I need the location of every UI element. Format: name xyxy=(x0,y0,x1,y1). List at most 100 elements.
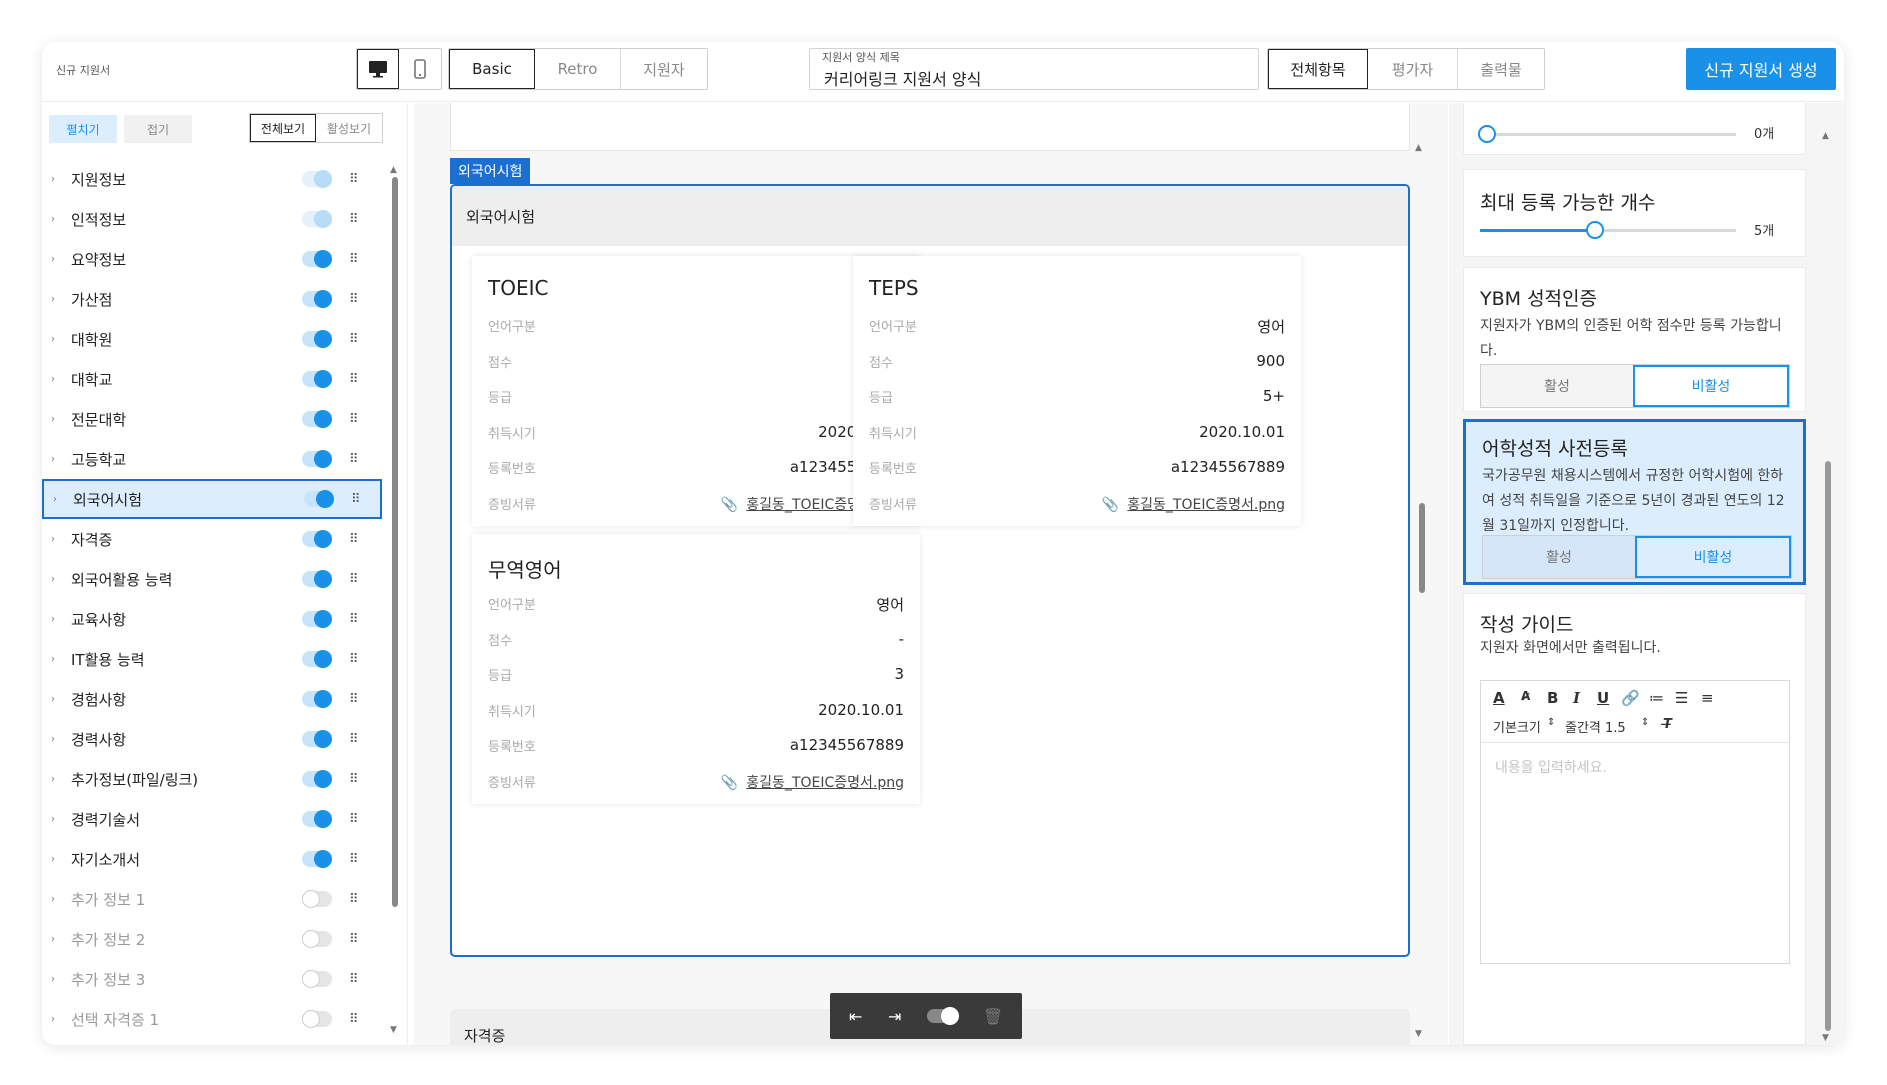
drag-handle-icon[interactable]: ⠿ xyxy=(349,212,358,227)
section-toggle[interactable] xyxy=(302,1010,332,1028)
drag-handle-icon[interactable]: ⠿ xyxy=(349,732,358,747)
sidebar-item[interactable]: › 경력기술서 ⠿ xyxy=(42,799,383,839)
section-toggle[interactable] xyxy=(302,330,332,348)
chevron-right-icon[interactable]: › xyxy=(51,214,55,225)
scroll-up-icon[interactable]: ▲ xyxy=(390,165,397,175)
sidebar-item[interactable]: › 선택 자격증 1 ⠿ xyxy=(42,999,383,1039)
guide-editor-input[interactable]: 내용을 입력하세요. xyxy=(1495,757,1607,777)
link-icon[interactable]: 🔗 xyxy=(1621,689,1640,707)
chevron-right-icon[interactable]: › xyxy=(51,574,55,585)
sidebar-item[interactable]: › IT활용 능력 ⠿ xyxy=(42,639,383,679)
align-icon[interactable]: ≡ xyxy=(1701,689,1714,707)
preregister-active-button[interactable]: 활성 xyxy=(1483,536,1635,578)
section-toggle[interactable] xyxy=(302,570,332,588)
bold-icon[interactable]: B xyxy=(1547,689,1558,707)
attachment-link[interactable]: 📎 홍길동_TOEIC증명서.png xyxy=(1102,494,1285,514)
tab-retro[interactable]: Retro xyxy=(535,49,621,89)
section-toggle[interactable] xyxy=(302,770,332,788)
max-count-slider[interactable] xyxy=(1480,221,1736,239)
chevron-right-icon[interactable]: › xyxy=(51,654,55,665)
chevron-right-icon[interactable]: › xyxy=(51,254,55,265)
trash-icon[interactable]: 🗑 xyxy=(983,1007,1003,1026)
drag-handle-icon[interactable]: ⠿ xyxy=(349,892,358,907)
drag-handle-icon[interactable]: ⠿ xyxy=(349,932,358,947)
tab-evaluator[interactable]: 평가자 xyxy=(1368,49,1458,89)
chevron-right-icon[interactable]: › xyxy=(51,1014,55,1025)
section-toggle[interactable] xyxy=(302,410,332,428)
section-toggle[interactable] xyxy=(302,730,332,748)
chevron-right-icon[interactable]: › xyxy=(51,774,55,785)
sidebar-item[interactable]: › 교육사항 ⠿ xyxy=(42,599,383,639)
sidebar-item[interactable]: › 지원정보 ⠿ xyxy=(42,159,383,199)
sidebar-item[interactable]: › 추가 정보 2 ⠿ xyxy=(42,919,383,959)
section-toggle[interactable] xyxy=(302,210,332,228)
sidebar-scrollbar[interactable] xyxy=(392,177,398,907)
sidebar-item[interactable]: › 추가정보(파일/링크) ⠿ xyxy=(42,759,383,799)
prev-slider[interactable] xyxy=(1478,125,1736,143)
chevron-right-icon[interactable]: › xyxy=(51,294,55,305)
form-title-field[interactable]: 지원서 양식 제목 커리어링크 지원서 양식 xyxy=(809,48,1259,90)
section-toggle[interactable] xyxy=(302,810,332,828)
drag-handle-icon[interactable]: ⠿ xyxy=(349,332,358,347)
section-toggle[interactable] xyxy=(302,290,332,308)
sidebar-item[interactable]: › 자기소개서 ⠿ xyxy=(42,839,383,879)
collapse-button[interactable]: 접기 xyxy=(124,115,192,143)
drag-handle-icon[interactable]: ⠿ xyxy=(349,612,358,627)
sidebar-item[interactable]: › 요약정보 ⠿ xyxy=(42,239,383,279)
sidebar-item[interactable]: › 가산점 ⠿ xyxy=(42,279,383,319)
bullet-list-icon[interactable]: ☰ xyxy=(1675,689,1688,707)
sidebar-item[interactable]: › 고등학교 ⠿ xyxy=(42,439,383,479)
outdent-icon[interactable]: ⇤ xyxy=(849,1007,862,1026)
chevron-right-icon[interactable]: › xyxy=(51,334,55,345)
section-toggle[interactable] xyxy=(302,690,332,708)
section-toggle[interactable] xyxy=(302,170,332,188)
section-toggle[interactable] xyxy=(302,370,332,388)
section-toggle[interactable] xyxy=(302,250,332,268)
drag-handle-icon[interactable]: ⠿ xyxy=(349,852,358,867)
main-scrollbar[interactable] xyxy=(1419,503,1425,593)
chevron-right-icon[interactable]: › xyxy=(51,894,55,905)
ordered-list-icon[interactable]: ≔ xyxy=(1649,689,1664,707)
sidebar-item[interactable]: › 경험사항 ⠿ xyxy=(42,679,383,719)
section-toggle[interactable] xyxy=(302,450,332,468)
sidebar-item[interactable]: › 대학교 ⠿ xyxy=(42,359,383,399)
sidebar-item[interactable]: › 인적정보 ⠿ xyxy=(42,199,383,239)
drag-handle-icon[interactable]: ⠿ xyxy=(351,492,360,507)
scroll-up-icon[interactable]: ▲ xyxy=(1822,131,1829,141)
section-toggle[interactable] xyxy=(302,930,332,948)
chevron-right-icon[interactable]: › xyxy=(53,494,57,505)
scroll-up-icon[interactable]: ▲ xyxy=(1415,143,1422,153)
expand-button[interactable]: 펼치기 xyxy=(49,115,117,143)
drag-handle-icon[interactable]: ⠿ xyxy=(349,972,358,987)
highlight-icon[interactable]: A̷ xyxy=(1521,689,1530,703)
sidebar-item[interactable]: › 추가 정보 3 ⠿ xyxy=(42,959,383,999)
drag-handle-icon[interactable]: ⠿ xyxy=(349,812,358,827)
drag-handle-icon[interactable]: ⠿ xyxy=(349,692,358,707)
sidebar-item[interactable]: › 외국어활용 능력 ⠿ xyxy=(42,559,383,599)
mobile-preview-button[interactable] xyxy=(399,49,441,89)
section-toggle[interactable] xyxy=(302,650,332,668)
view-active-button[interactable]: 활성보기 xyxy=(316,114,382,142)
chevron-right-icon[interactable]: › xyxy=(51,694,55,705)
view-all-button[interactable]: 전체보기 xyxy=(250,114,316,142)
create-application-button[interactable]: 신규 지원서 생성 xyxy=(1686,48,1836,90)
chevron-right-icon[interactable]: › xyxy=(51,174,55,185)
font-color-icon[interactable]: A xyxy=(1493,689,1505,707)
tab-printout[interactable]: 출력물 xyxy=(1458,49,1544,89)
sidebar-item[interactable]: › 경력사항 ⠿ xyxy=(42,719,383,759)
sidebar-item[interactable]: › 추가 정보 1 ⠿ xyxy=(42,879,383,919)
drag-handle-icon[interactable]: ⠿ xyxy=(349,1012,358,1027)
chevron-right-icon[interactable]: › xyxy=(51,374,55,385)
drag-handle-icon[interactable]: ⠿ xyxy=(349,292,358,307)
sidebar-item[interactable]: › 대학원 ⠿ xyxy=(42,319,383,359)
slider-thumb[interactable] xyxy=(1586,221,1605,239)
section-toggle[interactable] xyxy=(302,890,332,908)
italic-icon[interactable]: I xyxy=(1573,689,1580,707)
ybm-inactive-button[interactable]: 비활성 xyxy=(1633,365,1789,407)
chevron-right-icon[interactable]: › xyxy=(51,734,55,745)
tab-applicant[interactable]: 지원자 xyxy=(621,49,707,89)
section-toggle[interactable] xyxy=(304,490,334,508)
attachment-link[interactable]: 📎 홍길동_TOEIC증명서.png xyxy=(721,772,904,792)
drag-handle-icon[interactable]: ⠿ xyxy=(349,532,358,547)
form-title-value[interactable]: 커리어링크 지원서 양식 xyxy=(824,66,981,90)
